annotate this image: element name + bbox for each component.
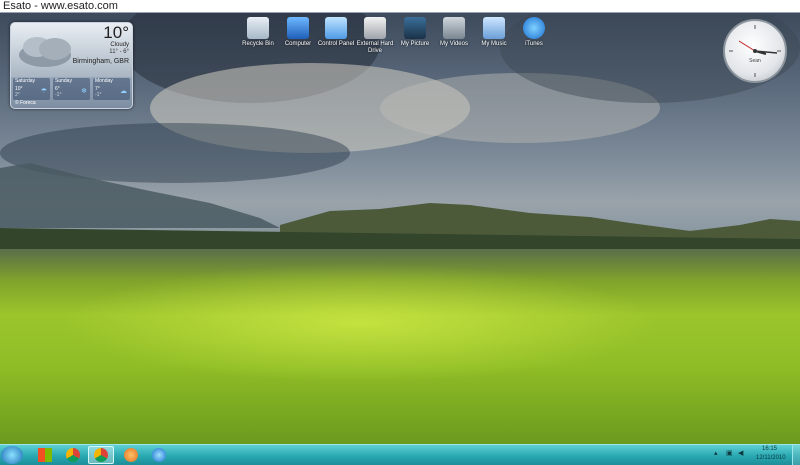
itunes-icon (523, 17, 545, 39)
rain-icon: ☂ (40, 88, 47, 95)
chrome-active-icon (94, 448, 108, 462)
taskbar-browser[interactable] (60, 446, 86, 464)
taskbar: ▴ ▣ ◀ 16:15 12/11/2010 (0, 444, 800, 465)
snow-icon: ❄ (81, 88, 87, 95)
window-title: Esato - www.esato.com (3, 0, 118, 12)
pictures-icon (404, 17, 426, 39)
weather-city: Birmingham, GBR (72, 58, 129, 65)
taskbar-app[interactable] (118, 446, 144, 464)
sunlit-grass (60, 263, 660, 383)
itunes-icon (152, 448, 166, 462)
chrome-icon (66, 448, 80, 462)
computer-icon (287, 17, 309, 39)
taskbar-itunes[interactable] (146, 446, 172, 464)
clock-label: Sean (749, 58, 761, 64)
taskbar-browser-active[interactable] (88, 446, 114, 464)
weather-gadget[interactable]: 10° Cloudy 11° - 6° Birmingham, GBR Satu… (10, 22, 133, 109)
volume-icon[interactable]: ◀ (738, 449, 743, 457)
window-title-bar: Esato - www.esato.com (0, 0, 800, 13)
cloud-icon (19, 37, 71, 67)
clock-gadget[interactable]: Sean (723, 19, 787, 83)
app-icon (124, 448, 138, 462)
music-icon (483, 17, 505, 39)
control-panel-icon (325, 17, 347, 39)
taskbar-windows-live[interactable] (32, 446, 58, 464)
forecast-day: Monday 7° -1° ☁ (93, 78, 130, 100)
tray-arrow-icon[interactable]: ▴ (714, 449, 718, 457)
desktop-icon-computer[interactable]: Computer (278, 17, 318, 48)
clock-face (729, 25, 781, 77)
desktop-icon-music[interactable]: My Music (474, 17, 514, 48)
desktop-icon-recycle-bin[interactable]: Recycle Bin (238, 17, 278, 48)
desktop[interactable]: Recycle Bin Computer Control Panel Exter… (0, 13, 800, 444)
show-desktop-button[interactable] (792, 445, 800, 465)
desktop-icon-external-drive[interactable]: External Hard Drive (355, 17, 395, 55)
desktop-icon-pictures[interactable]: My Picture (395, 17, 435, 48)
forecast-day: Saturday 10° 2° ☂ (13, 78, 50, 100)
weather-hi-lo: 11° - 6° (109, 49, 129, 55)
external-drive-icon (364, 17, 386, 39)
videos-icon (443, 17, 465, 39)
recycle-bin-icon (247, 17, 269, 39)
tray-time[interactable]: 16:15 (762, 446, 777, 452)
desktop-icon-control-panel[interactable]: Control Panel (316, 17, 356, 48)
weather-forecast: Saturday 10° 2° ☂ Sunday 6° -1° ❄ Monday… (13, 78, 130, 100)
cloud-icon: ☁ (120, 88, 127, 95)
tray-date[interactable]: 12/11/2010 (756, 455, 786, 461)
windows-live-icon (38, 448, 52, 462)
clock-second-hand (738, 40, 756, 52)
weather-temperature: 10° (103, 23, 129, 42)
weather-provider: © Foreca (15, 100, 36, 106)
desktop-icon-videos[interactable]: My Videos (434, 17, 474, 48)
forecast-day: Sunday 6° -1° ❄ (53, 78, 90, 100)
desktop-icon-itunes[interactable]: iTunes (514, 17, 554, 48)
network-icon[interactable]: ▣ (726, 449, 733, 457)
start-button[interactable] (1, 446, 23, 464)
weather-condition: Cloudy (110, 42, 129, 48)
weather-current-panel: 10° Cloudy 11° - 6° Birmingham, GBR (11, 23, 132, 77)
